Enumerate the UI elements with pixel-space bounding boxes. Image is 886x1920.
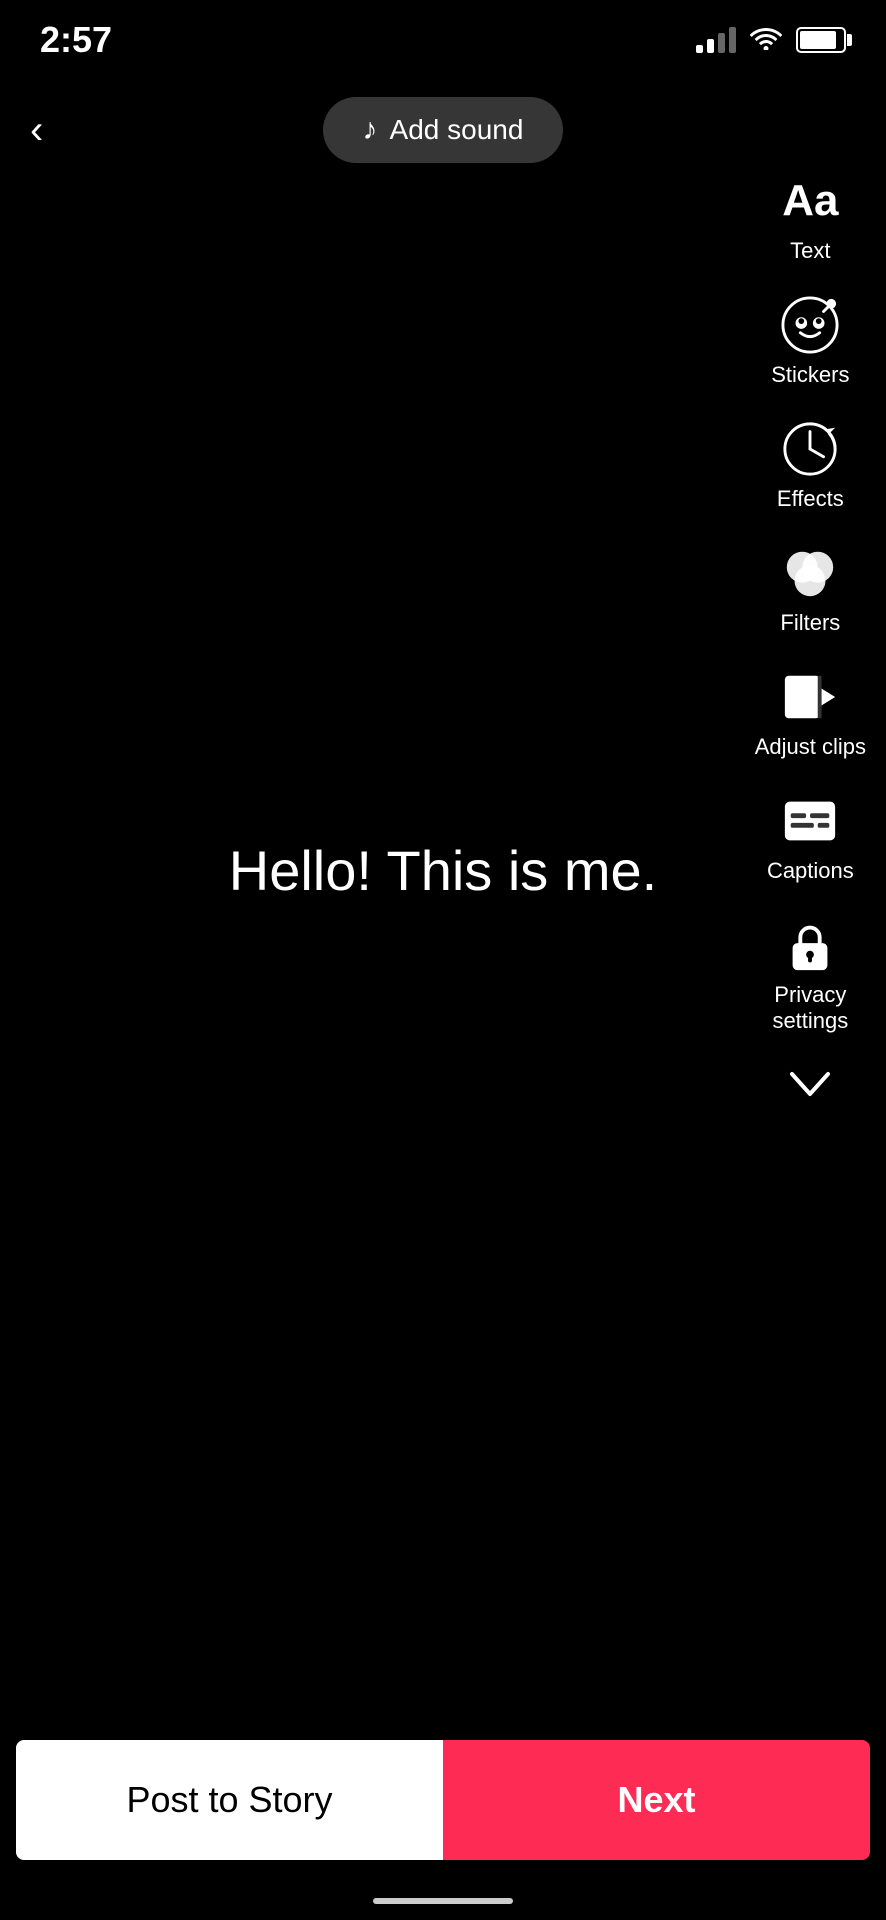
filters-label: Filters: [780, 610, 840, 636]
wifi-icon: [750, 24, 782, 57]
text-icon: Aa: [779, 170, 841, 232]
status-bar: 2:57: [0, 0, 886, 80]
battery-icon: [796, 27, 846, 53]
privacy-settings-label: Privacysettings: [772, 982, 848, 1035]
top-nav: ‹ ♪ Add sound: [0, 80, 886, 180]
captions-icon: [779, 790, 841, 852]
back-button[interactable]: ‹: [30, 108, 43, 153]
status-icons: [696, 24, 846, 57]
home-indicator: [373, 1898, 513, 1904]
add-sound-button[interactable]: ♪ Add sound: [323, 97, 564, 163]
adjust-clips-icon: [779, 666, 841, 728]
tool-captions[interactable]: Captions: [767, 780, 854, 894]
bottom-bar: Post to Story Next: [0, 1740, 886, 1860]
effects-label: Effects: [777, 486, 844, 512]
add-sound-label: Add sound: [390, 114, 524, 146]
adjust-clips-label: Adjust clips: [755, 734, 866, 760]
stickers-icon: [779, 294, 841, 356]
filters-icon: [779, 542, 841, 604]
center-text: Hello! This is me.: [229, 838, 657, 903]
privacy-icon: [779, 914, 841, 976]
stickers-label: Stickers: [771, 362, 849, 388]
tool-stickers[interactable]: Stickers: [771, 284, 849, 398]
tool-text[interactable]: Aa Text: [779, 160, 841, 274]
tool-privacy-settings[interactable]: Privacysettings: [772, 904, 848, 1045]
text-label: Text: [790, 238, 830, 264]
status-time: 2:57: [40, 19, 112, 61]
next-button[interactable]: Next: [443, 1740, 870, 1860]
tool-filters[interactable]: Filters: [779, 532, 841, 646]
post-to-story-button[interactable]: Post to Story: [16, 1740, 443, 1860]
captions-label: Captions: [767, 858, 854, 884]
tool-adjust-clips[interactable]: Adjust clips: [755, 656, 866, 770]
effects-icon: [779, 418, 841, 480]
signal-icon: [696, 27, 736, 53]
chevron-down-button[interactable]: [788, 1065, 832, 1110]
main-content: Hello! This is me.: [0, 0, 886, 1740]
music-note-icon: ♪: [363, 113, 378, 147]
right-toolbar: Aa Text Stickers: [755, 160, 866, 1110]
tool-effects[interactable]: Effects: [777, 408, 844, 522]
